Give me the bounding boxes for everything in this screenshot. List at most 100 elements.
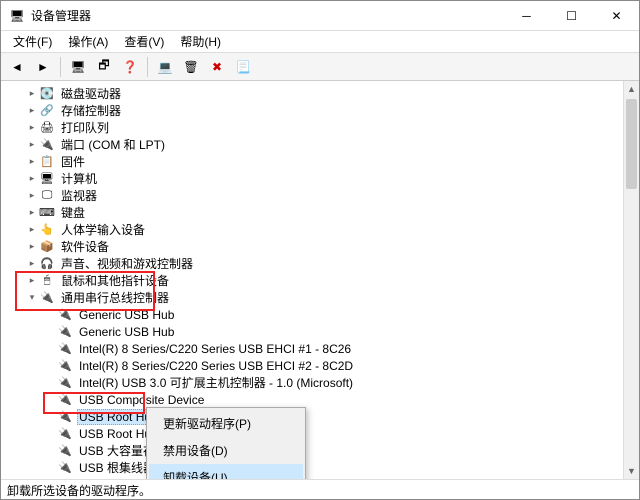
expand-arrow-icon[interactable]: ▸ bbox=[25, 223, 39, 237]
expand-arrow-icon[interactable]: ▸ bbox=[25, 104, 39, 118]
tree-row[interactable]: ▸💽磁盘驱动器 bbox=[3, 85, 639, 102]
tree-item-label[interactable]: 软件设备 bbox=[59, 238, 111, 255]
tree-row[interactable]: ▸🔌端口 (COM 和 LPT) bbox=[3, 136, 639, 153]
expand-arrow-icon[interactable]: ▾ bbox=[25, 291, 39, 305]
tree-item-label[interactable]: 鼠标和其他指针设备 bbox=[59, 272, 171, 289]
tree-row[interactable]: ▸🖥计算机 bbox=[3, 170, 639, 187]
view-button[interactable]: 🗗 bbox=[92, 55, 116, 79]
nav-forward-button[interactable]: ► bbox=[31, 55, 55, 79]
tree-row[interactable]: 🔌USB 大容量存储设备 bbox=[3, 442, 639, 459]
close-button[interactable]: ✕ bbox=[594, 1, 639, 30]
tree-item-label[interactable]: Intel(R) 8 Series/C220 Series USB EHCI #… bbox=[77, 342, 353, 356]
tree-row[interactable]: ▾🔌通用串行总线控制器 bbox=[3, 289, 639, 306]
tree-row[interactable]: 🔌USB Root Hub bbox=[3, 408, 639, 425]
device-icon: 🖥 bbox=[39, 171, 55, 187]
tree-row[interactable]: 🔌USB 根集线器(USB 3.0) bbox=[3, 459, 639, 476]
menu-action[interactable]: 操作(A) bbox=[60, 31, 116, 52]
tree-row[interactable]: ▸🎧声音、视频和游戏控制器 bbox=[3, 255, 639, 272]
tree-item-label[interactable]: 磁盘驱动器 bbox=[59, 85, 123, 102]
device-icon: ⌨ bbox=[39, 205, 55, 221]
menu-help[interactable]: 帮助(H) bbox=[172, 31, 229, 52]
scan-button[interactable]: 💻 bbox=[153, 55, 177, 79]
expand-arrow-icon[interactable]: ▸ bbox=[25, 189, 39, 203]
remove-button[interactable]: ✖ bbox=[205, 55, 229, 79]
expand-arrow-icon[interactable]: ▸ bbox=[25, 155, 39, 169]
properties-button[interactable]: 📃 bbox=[231, 55, 255, 79]
tree-item-label[interactable]: Intel(R) USB 3.0 可扩展主机控制器 - 1.0 (Microso… bbox=[77, 374, 355, 391]
tree-item-label[interactable]: 声音、视频和游戏控制器 bbox=[59, 255, 195, 272]
tree-row[interactable]: 🔌 Intel(R) 8 Series/C220 Series USB EHCI … bbox=[3, 357, 639, 374]
tree-item-label[interactable]: 监视器 bbox=[59, 187, 99, 204]
view-icon: 🗗 bbox=[98, 56, 109, 77]
tree-row[interactable]: ▸🖨打印队列 bbox=[3, 119, 639, 136]
menu-view[interactable]: 查看(V) bbox=[116, 31, 172, 52]
expand-arrow-icon[interactable]: ▸ bbox=[25, 257, 39, 271]
tree-item-label[interactable]: 人体学输入设备 bbox=[59, 221, 147, 238]
expand-arrow-icon[interactable]: ▸ bbox=[25, 240, 39, 254]
tree-row[interactable]: ▸👆人体学输入设备 bbox=[3, 221, 639, 238]
tree-row[interactable]: 🔌USB Root Hub bbox=[3, 425, 639, 442]
tree-item-label[interactable]: USB Composite Device bbox=[77, 393, 206, 407]
tree-item-label[interactable]: 固件 bbox=[59, 153, 87, 170]
remove-icon: ✖ bbox=[212, 60, 222, 74]
device-icon: 🔌 bbox=[57, 392, 73, 408]
tree-item-label[interactable]: Generic USB Hub bbox=[77, 308, 176, 322]
nav-back-button[interactable]: ◄ bbox=[5, 55, 29, 79]
scroll-thumb[interactable] bbox=[626, 99, 637, 189]
menu-file[interactable]: 文件(F) bbox=[5, 31, 60, 52]
tree-item-label[interactable]: 计算机 bbox=[59, 170, 99, 187]
tree-row[interactable]: 🔌Intel(R) USB 3.0 可扩展主机控制器 - 1.0 (Micros… bbox=[3, 374, 639, 391]
expand-arrow-icon[interactable]: ▸ bbox=[25, 274, 39, 288]
ctx-disable-device[interactable]: 禁用设备(D) bbox=[149, 437, 303, 464]
scroll-up-arrow[interactable]: ▲ bbox=[624, 81, 639, 97]
expand-arrow-icon[interactable]: ▸ bbox=[25, 87, 39, 101]
expand-arrow-icon[interactable]: ▸ bbox=[25, 138, 39, 152]
tree-row[interactable]: 🔌 USB Composite Device bbox=[3, 391, 639, 408]
expand-arrow-icon[interactable]: ▸ bbox=[25, 206, 39, 220]
tree-item-label[interactable]: 通用串行总线控制器 bbox=[59, 289, 171, 306]
arrow-placeholder bbox=[43, 359, 57, 373]
minimize-button[interactable]: ─ bbox=[504, 1, 549, 30]
scan-icon: 💻 bbox=[158, 60, 173, 74]
tree-item-label[interactable]: 端口 (COM 和 LPT) bbox=[59, 136, 167, 153]
device-icon: 🖵 bbox=[39, 188, 55, 204]
app-icon: 🖥 bbox=[9, 8, 25, 24]
tree-row[interactable]: ▸📦软件设备 bbox=[3, 238, 639, 255]
tree-row[interactable]: ▸📋固件 bbox=[3, 153, 639, 170]
tree-row[interactable]: 🔌Generic USB Hub bbox=[3, 306, 639, 323]
device-icon: 🔌 bbox=[57, 358, 73, 374]
tree-item-label[interactable]: Intel(R) 8 Series/C220 Series USB EHCI #… bbox=[77, 359, 355, 373]
tree-item-label[interactable]: 打印队列 bbox=[59, 119, 111, 136]
ctx-update-driver[interactable]: 更新驱动程序(P) bbox=[149, 410, 303, 437]
vertical-scrollbar[interactable]: ▲ ▼ bbox=[623, 81, 639, 479]
tree-row[interactable]: ▸🖵监视器 bbox=[3, 187, 639, 204]
tree-row[interactable]: ▸🖱鼠标和其他指针设备 bbox=[3, 272, 639, 289]
device-manager-window: 🖥 设备管理器 ─ ☐ ✕ 文件(F) 操作(A) 查看(V) 帮助(H) ◄ … bbox=[0, 0, 640, 500]
device-icon: 🔌 bbox=[57, 443, 73, 459]
arrow-placeholder bbox=[43, 325, 57, 339]
maximize-button[interactable]: ☐ bbox=[549, 1, 594, 30]
device-icon: 📋 bbox=[39, 154, 55, 170]
tree-row[interactable]: 🔌Generic USB Hub bbox=[3, 323, 639, 340]
arrow-placeholder bbox=[43, 461, 57, 475]
tree-item-label[interactable]: Generic USB Hub bbox=[77, 325, 176, 339]
tree-view[interactable]: ▸💽磁盘驱动器▸🔗存储控制器▸🖨打印队列▸🔌端口 (COM 和 LPT)▸📋固件… bbox=[1, 81, 639, 479]
tree-row[interactable]: ▸🔗存储控制器 bbox=[3, 102, 639, 119]
properties-icon: 📃 bbox=[236, 60, 251, 74]
tree-item-label[interactable]: 键盘 bbox=[59, 204, 87, 221]
computer-icon: 🖥 bbox=[70, 60, 85, 74]
tree-row[interactable]: ▸⌨键盘 bbox=[3, 204, 639, 221]
expand-arrow-icon[interactable]: ▸ bbox=[25, 172, 39, 186]
expand-arrow-icon[interactable]: ▸ bbox=[25, 121, 39, 135]
ctx-uninstall-device[interactable]: 卸载设备(U) bbox=[149, 464, 303, 479]
scroll-down-arrow[interactable]: ▼ bbox=[624, 463, 639, 479]
uninstall-button[interactable]: 🗑 bbox=[179, 55, 203, 79]
help-button[interactable]: ❓ bbox=[118, 55, 142, 79]
back-icon: ◄ bbox=[11, 60, 23, 74]
status-bar: 卸载所选设备的驱动程序。 bbox=[1, 479, 639, 499]
forward-icon: ► bbox=[37, 60, 49, 74]
tree-item-label[interactable]: 存储控制器 bbox=[59, 102, 123, 119]
device-icon: 🎧 bbox=[39, 256, 55, 272]
tree-row[interactable]: 🔌Intel(R) 8 Series/C220 Series USB EHCI … bbox=[3, 340, 639, 357]
computer-button[interactable]: 🖥 bbox=[66, 55, 90, 79]
